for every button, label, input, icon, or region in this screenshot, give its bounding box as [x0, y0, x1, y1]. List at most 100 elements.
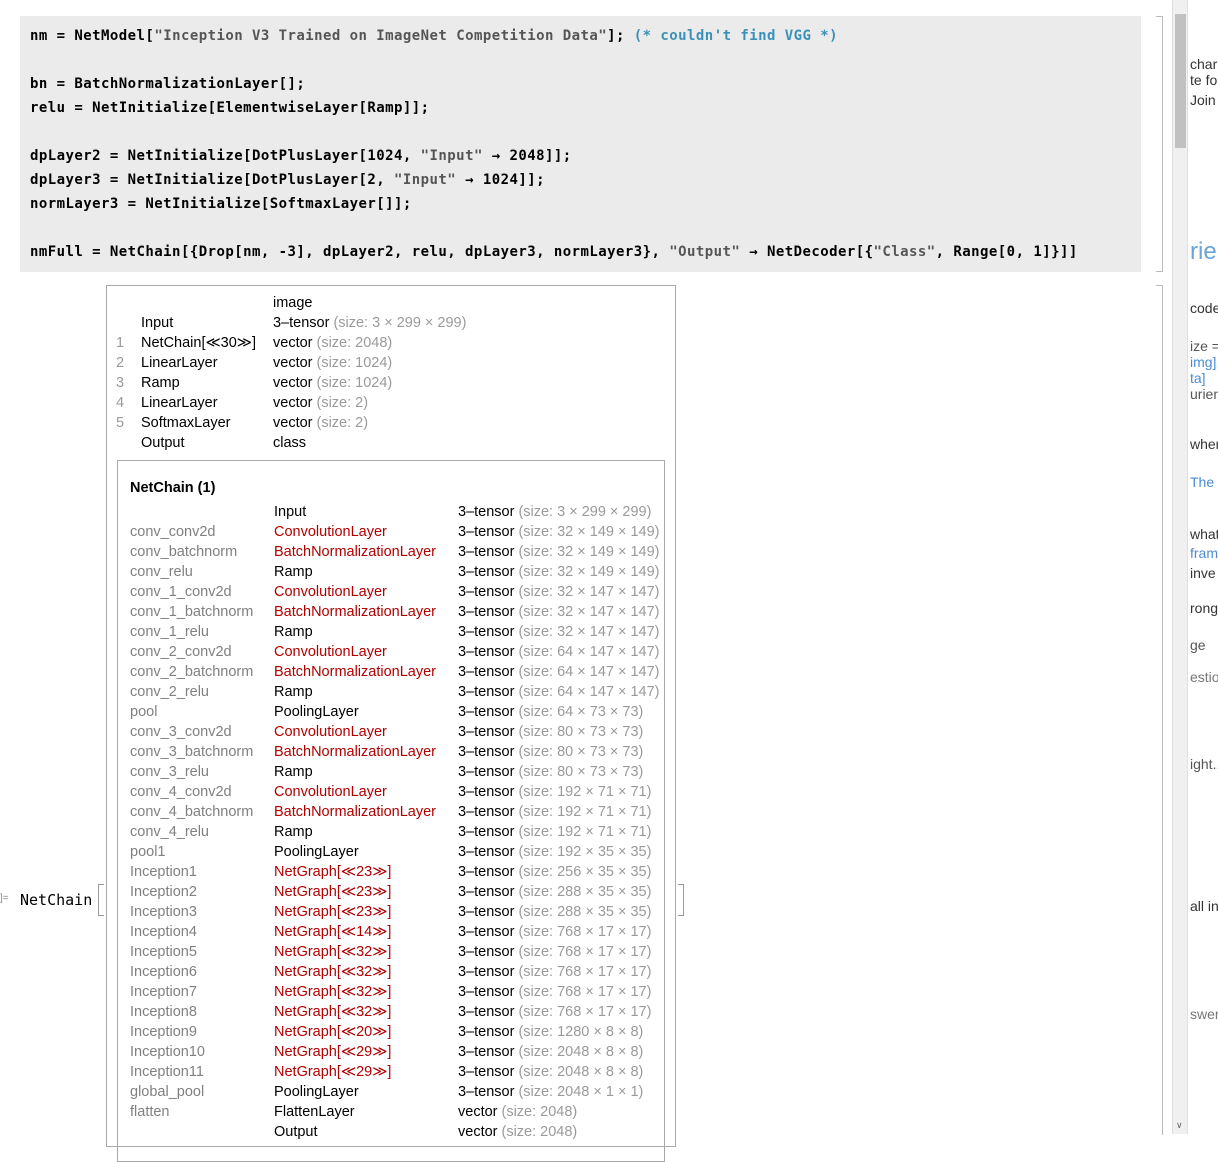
layer-shape-type: 3‒tensor	[458, 984, 515, 1000]
layer-row-name: conv_conv2d	[130, 524, 216, 540]
background-page-fragment: ight...	[1190, 756, 1218, 772]
vertical-scrollbar[interactable]: ∨	[1172, 0, 1188, 1134]
background-page-fragment: ge	[1190, 637, 1206, 653]
code-text: nmFull = NetChain[{Drop[nm, -3], dpLayer…	[30, 244, 670, 260]
layer-row-name: conv_1_batchnorm	[130, 604, 254, 620]
layer-shape-size: (size: 2048 × 8 × 8)	[518, 1064, 644, 1080]
input-cell[interactable]: nm = NetModel["Inception V3 Trained on I…	[20, 16, 1141, 272]
layer-shape-size: (size: 64 × 147 × 147)	[518, 644, 660, 660]
inner-netchain-title: NetChain (1)	[130, 480, 216, 496]
scrollbar-thumb[interactable]	[1175, 14, 1186, 148]
layer-shape-type: vector	[458, 1124, 498, 1140]
summary-row-name: SoftmaxLayer	[141, 415, 231, 431]
layer-row-shape: vector (size: 2048)	[458, 1104, 577, 1120]
layer-row-type-link: PoolingLayer	[274, 844, 359, 860]
background-page-fragment: Join	[1190, 92, 1216, 108]
layer-row-type-link: Output	[274, 1124, 318, 1140]
layer-shape-type: 3‒tensor	[458, 824, 515, 840]
layer-row-type-link[interactable]: NetGraph[≪32≫]	[274, 964, 391, 980]
layer-row-type-link[interactable]: BatchNormalizationLayer	[274, 804, 436, 820]
layer-row-name: Inception7	[130, 984, 197, 1000]
layer-shape-type: 3‒tensor	[458, 504, 515, 520]
layer-row-shape: 3‒tensor (size: 192 × 71 × 71)	[458, 784, 651, 800]
layer-row-shape: 3‒tensor (size: 80 × 73 × 73)	[458, 744, 643, 760]
summary-row-type: vector (size: 2)	[273, 415, 368, 431]
code-line-2[interactable]: bn = BatchNormalizationLayer[];	[30, 76, 305, 92]
layer-shape-size: (size: 192 × 71 × 71)	[518, 784, 652, 800]
layer-row-name: conv_1_relu	[130, 624, 209, 640]
layer-row-type-link[interactable]: BatchNormalizationLayer	[274, 664, 436, 680]
code-line-1[interactable]: nm = NetModel["Inception V3 Trained on I…	[30, 28, 838, 44]
layer-shape-type: 3‒tensor	[458, 624, 515, 640]
layer-row-type-link[interactable]: ConvolutionLayer	[274, 644, 387, 660]
layer-row-type-link[interactable]: NetGraph[≪23≫]	[274, 884, 391, 900]
background-page-fragment: img],	[1190, 354, 1218, 370]
layer-row-type-link[interactable]: BatchNormalizationLayer	[274, 544, 436, 560]
code-line-6[interactable]: normLayer3 = NetInitialize[SoftmaxLayer[…	[30, 196, 412, 212]
layer-row-name: Inception5	[130, 944, 197, 960]
background-page-fragment: ize =	[1190, 338, 1218, 354]
scroll-down-icon[interactable]: ∨	[1176, 1120, 1183, 1131]
layer-shape-type: 3‒tensor	[458, 884, 515, 900]
layer-row-name: Inception9	[130, 1024, 197, 1040]
layer-row-name: conv_2_relu	[130, 684, 209, 700]
code-string: "Class"	[873, 244, 936, 260]
layer-row-type-link[interactable]: NetGraph[≪32≫]	[274, 984, 391, 1000]
output-label: ]=	[0, 893, 9, 904]
layer-row-shape: 3‒tensor (size: 32 × 147 × 147)	[458, 604, 660, 620]
output-cell-bracket[interactable]	[1156, 285, 1163, 1135]
summary-size: (size: 2)	[316, 395, 369, 411]
layer-row-shape: 3‒tensor (size: 64 × 73 × 73)	[458, 704, 643, 720]
layer-row-type-link[interactable]: NetGraph[≪23≫]	[274, 864, 391, 880]
layer-row-type-link[interactable]: NetGraph[≪29≫]	[274, 1044, 391, 1060]
layer-shape-type: 3‒tensor	[458, 744, 515, 760]
layer-row-type-link[interactable]: NetGraph[≪29≫]	[274, 1064, 391, 1080]
layer-row-type-link[interactable]: ConvolutionLayer	[274, 724, 387, 740]
layer-row-type-link[interactable]: NetGraph[≪32≫]	[274, 1004, 391, 1020]
code-line-7[interactable]: nmFull = NetChain[{Drop[nm, -3], dpLayer…	[30, 244, 1078, 260]
layer-row-type-link[interactable]: BatchNormalizationLayer	[274, 604, 436, 620]
summary-row-type: 3‒tensor (size: 3 × 299 × 299)	[273, 315, 466, 331]
layer-shape-type: 3‒tensor	[458, 644, 515, 660]
layer-row-shape: 3‒tensor (size: 2048 × 8 × 8)	[458, 1064, 643, 1080]
layer-row-name: conv_4_conv2d	[130, 784, 232, 800]
layer-row-name: global_pool	[130, 1084, 205, 1100]
code-text: → 2048]];	[482, 148, 572, 164]
layer-row-shape: 3‒tensor (size: 80 × 73 × 73)	[458, 724, 643, 740]
layer-row-shape: 3‒tensor (size: 3 × 299 × 299)	[458, 504, 651, 520]
summary-row-index: 1	[116, 335, 125, 351]
layer-shape-type: 3‒tensor	[458, 1084, 515, 1100]
layer-row-shape: 3‒tensor (size: 288 × 35 × 35)	[458, 904, 651, 920]
layer-row-type-link: Ramp	[274, 684, 313, 700]
layer-row-shape: 3‒tensor (size: 2048 × 1 × 1)	[458, 1084, 643, 1100]
layer-row-type-link[interactable]: ConvolutionLayer	[274, 524, 387, 540]
layer-row-shape: 3‒tensor (size: 32 × 147 × 147)	[458, 624, 660, 640]
layer-row-type-link[interactable]: NetGraph[≪32≫]	[274, 944, 391, 960]
layer-shape-size: (size: 2048 × 8 × 8)	[518, 1044, 644, 1060]
layer-row-type-link[interactable]: ConvolutionLayer	[274, 584, 387, 600]
layer-row-name: pool	[130, 704, 158, 720]
summary-type: vector	[273, 355, 313, 371]
layer-row-type-link[interactable]: NetGraph[≪14≫]	[274, 924, 391, 940]
summary-row-name: Ramp	[141, 375, 180, 391]
input-cell-bracket[interactable]	[1156, 16, 1163, 272]
layer-shape-type: 3‒tensor	[458, 804, 515, 820]
layer-shape-size: (size: 3 × 299 × 299)	[518, 504, 652, 520]
background-page-fragment: ta]	[1190, 370, 1206, 386]
background-page-fragment: rien	[1190, 238, 1218, 265]
layer-row-type-link: Ramp	[274, 824, 313, 840]
summary-type: 3‒tensor	[273, 315, 330, 331]
layer-row-type-link[interactable]: NetGraph[≪20≫]	[274, 1024, 391, 1040]
code-line-4[interactable]: dpLayer2 = NetInitialize[DotPlusLayer[10…	[30, 148, 572, 164]
layer-row-type-link[interactable]: BatchNormalizationLayer	[274, 744, 436, 760]
layer-shape-type: 3‒tensor	[458, 904, 515, 920]
layer-row-name: Inception8	[130, 1004, 197, 1020]
summary-size: (size: 1024)	[316, 375, 393, 391]
layer-shape-type: 3‒tensor	[458, 784, 515, 800]
summary-row-type: image	[273, 295, 317, 311]
layer-shape-size: (size: 192 × 71 × 71)	[518, 804, 652, 820]
layer-row-type-link[interactable]: NetGraph[≪23≫]	[274, 904, 391, 920]
code-line-3[interactable]: relu = NetInitialize[ElementwiseLayer[Ra…	[30, 100, 430, 116]
code-line-5[interactable]: dpLayer3 = NetInitialize[DotPlusLayer[2,…	[30, 172, 545, 188]
layer-row-type-link[interactable]: ConvolutionLayer	[274, 784, 387, 800]
